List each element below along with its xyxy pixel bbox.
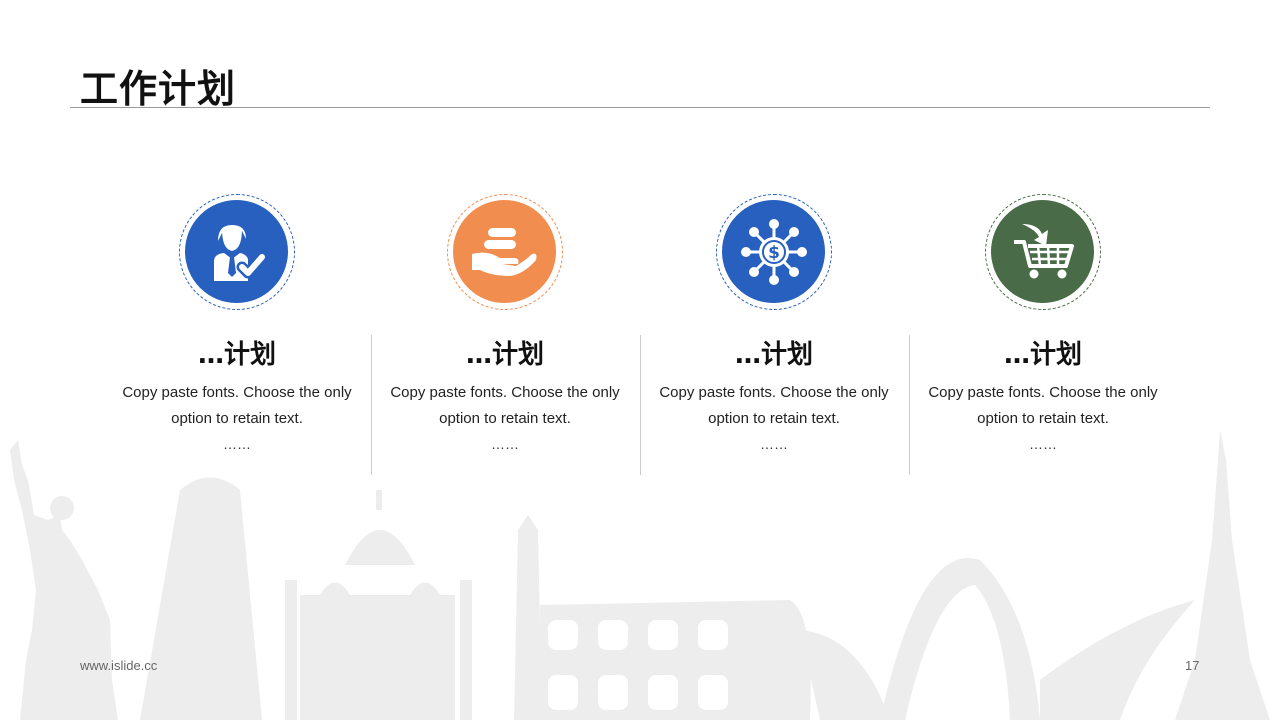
footer-website: www.islide.cc [80,658,158,673]
icon-badge-ring [985,194,1101,310]
plan-card-1: …计划 Copy paste fonts. Choose the only op… [103,190,371,480]
icon-badge-ring [447,194,563,310]
hand-coins-icon [453,200,556,303]
plan-ellipsis: …… [491,436,519,452]
plan-card-3: $ …计划 Copy paste fonts. Choose the only … [640,190,908,480]
icon-badge-ring: $ [716,194,832,310]
plan-description: Copy paste fonts. Choose the only option… [659,384,889,427]
plan-description: Copy paste fonts. Choose the only option… [122,384,352,427]
plan-ellipsis: …… [223,436,251,452]
plan-heading: …计划 [465,340,544,370]
plan-heading: …计划 [734,340,813,370]
plan-heading: …计划 [197,340,276,370]
plan-ellipsis: …… [1029,436,1057,452]
plan-heading: …计划 [1003,340,1082,370]
shopping-cart-icon [991,200,1094,303]
dollar-network-icon: $ [722,200,825,303]
user-check-icon [185,200,288,303]
plan-card-2: …计划 Copy paste fonts. Choose the only op… [371,190,639,480]
page-number: 17 [1185,658,1200,673]
plan-ellipsis: …… [760,436,788,452]
svg-text:$: $ [768,243,780,263]
plan-card-4: …计划 Copy paste fonts. Choose the only op… [909,190,1177,480]
title-underline [70,107,1210,108]
plan-description: Copy paste fonts. Choose the only option… [390,384,620,427]
icon-badge-ring [179,194,295,310]
plan-description: Copy paste fonts. Choose the only option… [928,384,1158,427]
slide-title: 工作计划 [80,67,237,111]
